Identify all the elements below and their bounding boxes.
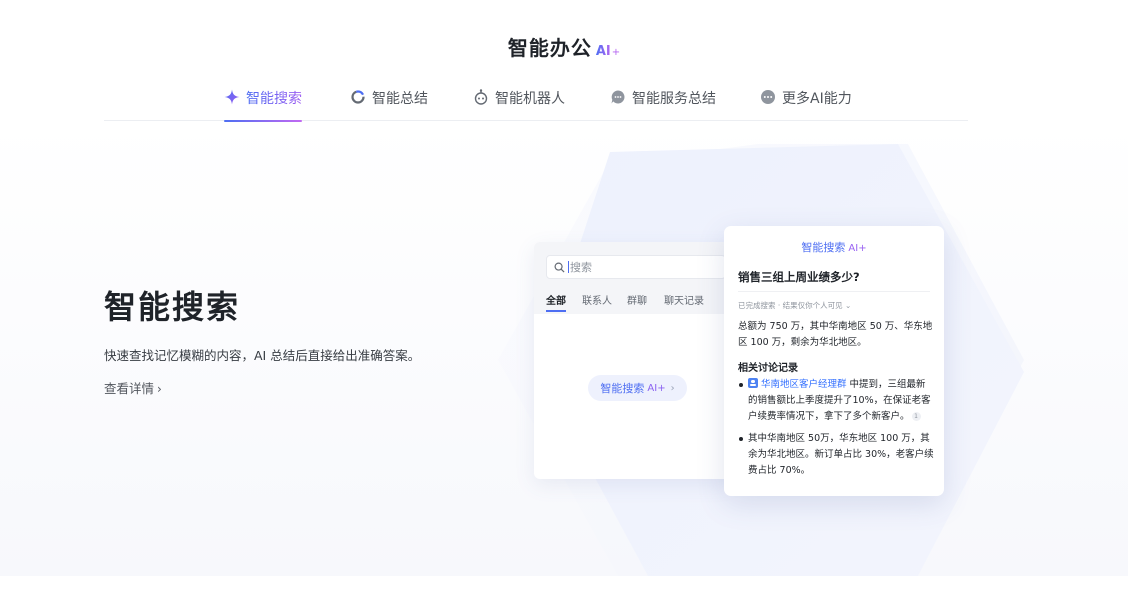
search-result-card: 智能搜索 AI+ 销售三组上周业绩多少? 已完成搜索 · 结果仅你个人可见 ⌄ 总…	[724, 226, 944, 496]
feature-tabs: 智能搜索 智能总结 智能机器人 智能服务总结 更多AI能力	[104, 82, 968, 122]
list-item: 华南地区客户经理群 中提到，三组最新的销售额比上季度提升了10%，在保证老客户续…	[738, 377, 934, 425]
divider	[738, 291, 930, 292]
feature-title: 智能搜索	[104, 288, 241, 326]
reference-badge[interactable]: 1	[911, 412, 921, 421]
ai-badge: AI+	[647, 382, 666, 394]
tab-group-chats[interactable]: 群聊	[627, 292, 647, 307]
search-app-card: 搜索 全部 联系人 群聊 聊天记录 智能搜索 AI+ ›	[534, 242, 734, 479]
tab-smart-service-summary[interactable]: 智能服务总结	[610, 88, 716, 121]
tab-smart-summary[interactable]: 智能总结	[350, 88, 428, 121]
tab-label: 智能服务总结	[632, 91, 716, 107]
page-footer-space	[0, 576, 1128, 616]
page-title: 智能办公	[507, 36, 592, 60]
search-status[interactable]: 已完成搜索 · 结果仅你个人可见 ⌄	[738, 300, 851, 311]
smart-search-button-label: 智能搜索	[600, 382, 645, 395]
tab-smart-robot[interactable]: 智能机器人	[473, 88, 565, 121]
more-dots-icon	[761, 90, 775, 104]
search-question: 销售三组上周业绩多少?	[738, 270, 860, 284]
group-icon	[748, 378, 758, 388]
tab-label: 智能机器人	[495, 91, 565, 107]
tab-all[interactable]: 全部	[546, 292, 566, 312]
tab-contacts[interactable]: 联系人	[582, 292, 612, 307]
summary-ring-icon	[351, 90, 365, 104]
ai-badge: AI+	[848, 243, 867, 254]
view-details-label: 查看详情	[104, 381, 155, 396]
service-chat-icon	[611, 90, 625, 104]
tab-chat-history[interactable]: 聊天记录	[664, 292, 704, 307]
view-details-link[interactable]: 查看详情 ›	[104, 378, 162, 397]
feature-description: 快速查找记忆模糊的内容，AI 总结后直接给出准确答案。	[104, 348, 421, 363]
related-discussions-title: 相关讨论记录	[738, 363, 798, 374]
ai-star-icon: +	[611, 47, 621, 58]
search-category-tabs: 全部 联系人 群聊 聊天记录	[534, 292, 734, 314]
tab-label: 智能总结	[372, 91, 428, 107]
list-item: 其中华南地区 50万，华东地区 100 万，其余为华北地区。新订单占比 30%，…	[738, 431, 934, 479]
search-placeholder: 搜索	[570, 261, 592, 274]
group-chat-link[interactable]: 华南地区客户经理群	[761, 379, 847, 390]
text-cursor	[568, 261, 569, 273]
chevron-right-icon: ›	[157, 382, 162, 396]
chevron-right-icon: ›	[670, 382, 675, 394]
result-card-header: 智能搜索 AI+	[724, 239, 944, 255]
tab-label: 智能搜索	[246, 88, 302, 108]
tab-label: 更多AI能力	[782, 91, 852, 107]
tab-more-ai[interactable]: 更多AI能力	[760, 88, 852, 121]
robot-icon	[474, 89, 488, 105]
search-input[interactable]: 搜索	[546, 255, 726, 279]
ai-badge: AI	[595, 44, 611, 59]
search-icon	[554, 262, 565, 273]
page: 智能办公 AI+ 智能搜索 智能总结 智能机器人 智能服务总结 更多AI能力 智…	[0, 0, 1128, 616]
smart-search-button[interactable]: 智能搜索 AI+ ›	[588, 375, 687, 401]
section-heading: 智能办公 AI+	[0, 32, 1128, 61]
sparkle-icon	[224, 89, 240, 105]
result-header-label: 智能搜索	[801, 241, 846, 254]
answer-summary: 总额为 750 万，其中华南地区 50 万、华东地区 100 万，剩余为华北地区…	[738, 321, 933, 348]
tab-smart-search[interactable]: 智能搜索	[224, 88, 302, 122]
